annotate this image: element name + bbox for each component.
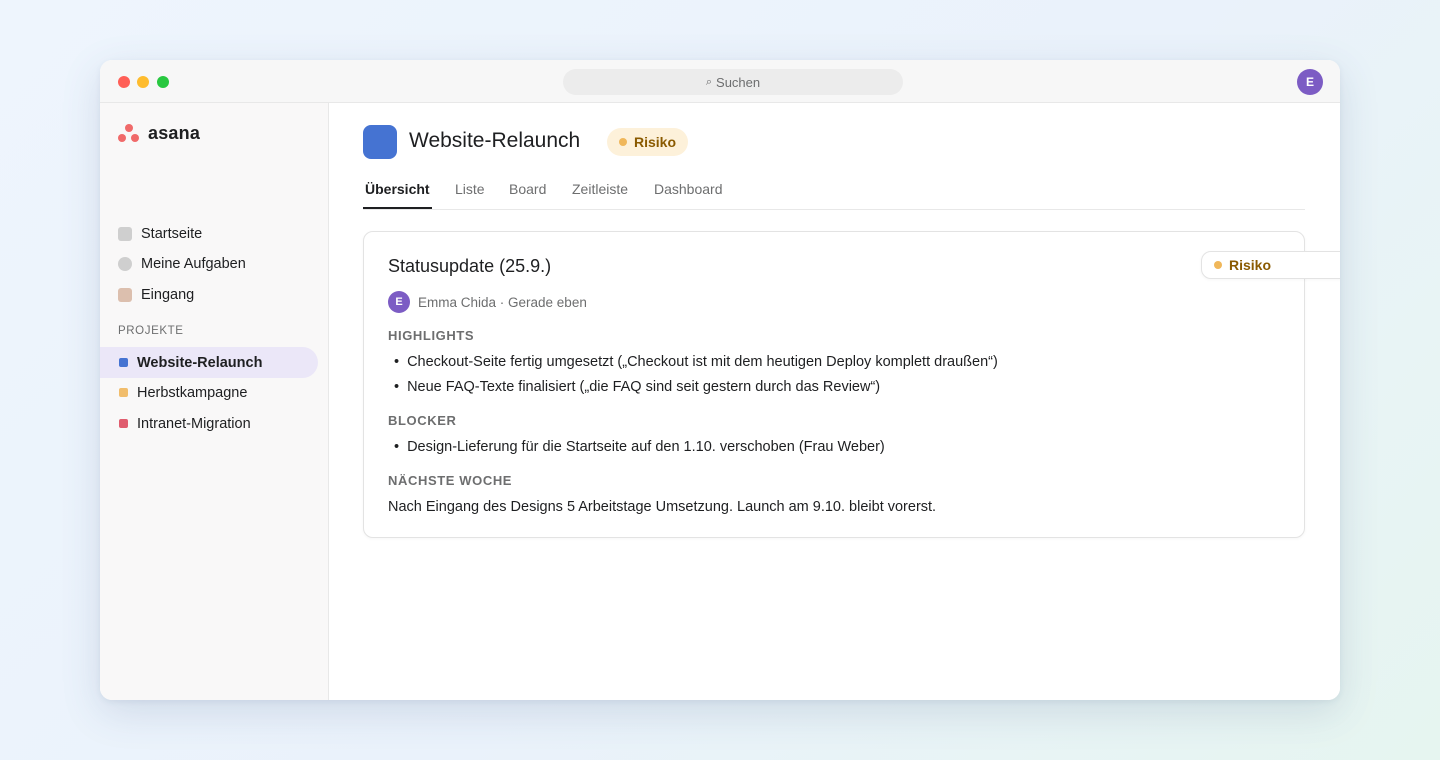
tab-board[interactable]: Board: [509, 181, 546, 209]
project-tabs: Übersicht Liste Board Zeitleiste Dashboa…: [363, 177, 1305, 210]
minimize-window-button[interactable]: [137, 76, 149, 88]
sidebar-item-inbox[interactable]: Eingang: [118, 280, 318, 310]
author-meta: Emma Chida · Gerade eben: [418, 294, 587, 310]
author-avatar[interactable]: E: [388, 291, 410, 313]
tab-dashboard[interactable]: Dashboard: [654, 181, 723, 209]
search-bar[interactable]: ⌕ Suchen: [563, 69, 903, 95]
sidebar-project-intranet-migration[interactable]: Intranet-Migration: [100, 408, 318, 439]
highlight-text: Checkout-Seite fertig umgesetzt („Checko…: [407, 354, 998, 370]
list-item: • Checkout-Seite fertig umgesetzt („Chec…: [394, 354, 998, 370]
blocker-heading: BLOCKER: [388, 413, 457, 428]
project-color-dot: [119, 358, 128, 367]
tab-overview[interactable]: Übersicht: [363, 181, 432, 209]
sidebar-item-my-tasks[interactable]: Meine Aufgaben: [118, 249, 318, 279]
highlights-heading: HIGHLIGHTS: [388, 328, 475, 343]
project-status-badge[interactable]: Risiko: [607, 128, 689, 156]
list-item: • Design-Lieferung für die Startseite au…: [394, 439, 885, 455]
app-window: ⌕ Suchen E asana Startseite Meine Aufgab…: [100, 60, 1340, 700]
blocker-text: Design-Lieferung für die Startseite auf …: [407, 439, 885, 455]
inbox-icon: [118, 288, 132, 302]
brand-name: asana: [148, 123, 201, 143]
project-color-dot: [119, 388, 128, 397]
sidebar-project-website-relaunch[interactable]: Website-Relaunch: [100, 347, 318, 378]
author-avatar-initial: E: [395, 296, 403, 308]
list-item: • Neue FAQ-Texte finalisiert („die FAQ s…: [394, 379, 880, 395]
sidebar-item-label: Eingang: [141, 287, 195, 303]
sidebar-item-home[interactable]: Startseite: [118, 219, 318, 249]
bullet-icon: •: [394, 439, 400, 455]
next-week-heading: NÄCHSTE WOCHE: [388, 473, 513, 488]
next-week-text: Nach Eingang des Designs 5 Arbeitstage U…: [388, 499, 937, 515]
project-color-dot: [119, 419, 128, 428]
main-content: Website-Relaunch Risiko Übersicht Liste …: [329, 103, 1340, 700]
project-title: Website-Relaunch: [409, 129, 581, 152]
sidebar-project-label: Intranet-Migration: [137, 415, 251, 432]
status-update-card: Statusupdate (25.9.) Risiko E Emma Chida…: [363, 231, 1340, 538]
highlight-text: Neue FAQ-Texte finalisiert („die FAQ sin…: [407, 379, 881, 395]
search-icon: ⌕: [705, 75, 713, 88]
status-dot-icon: [619, 138, 627, 146]
status-dot-icon: [1214, 261, 1222, 269]
sidebar: asana Startseite Meine Aufgaben Eingang …: [100, 103, 329, 700]
sidebar-item-label: Meine Aufgaben: [141, 256, 246, 272]
search-placeholder: Suchen: [716, 74, 761, 90]
zoom-window-button[interactable]: [157, 76, 169, 88]
sidebar-project-label: Website-Relaunch: [137, 354, 263, 371]
tab-list[interactable]: Liste: [455, 181, 485, 209]
status-badge-label: Risiko: [1229, 257, 1272, 273]
status-badge-label: Risiko: [634, 134, 677, 150]
sidebar-item-label: Startseite: [141, 226, 203, 242]
close-window-button[interactable]: [118, 76, 130, 88]
sidebar-project-label: Herbstkampagne: [137, 384, 248, 401]
projects-heading: PROJEKTE: [118, 325, 184, 337]
check-circle-icon: [118, 257, 132, 271]
status-update-title: Statusupdate (25.9.): [388, 256, 552, 276]
user-avatar-initial: E: [1305, 75, 1314, 89]
asana-logo-icon: [118, 124, 139, 143]
bullet-icon: •: [394, 379, 400, 395]
tab-timeline[interactable]: Zeitleiste: [572, 181, 628, 209]
sidebar-project-herbstkampagne[interactable]: Herbstkampagne: [100, 377, 318, 408]
status-update-badge[interactable]: Risiko: [1201, 251, 1340, 279]
project-icon: [363, 125, 397, 159]
author-row: E Emma Chida · Gerade eben: [388, 291, 587, 313]
asana-logo[interactable]: asana: [118, 123, 200, 144]
home-icon: [118, 227, 132, 241]
title-bar: ⌕ Suchen E: [100, 60, 1340, 103]
bullet-icon: •: [394, 354, 400, 370]
user-avatar[interactable]: E: [1297, 69, 1323, 95]
